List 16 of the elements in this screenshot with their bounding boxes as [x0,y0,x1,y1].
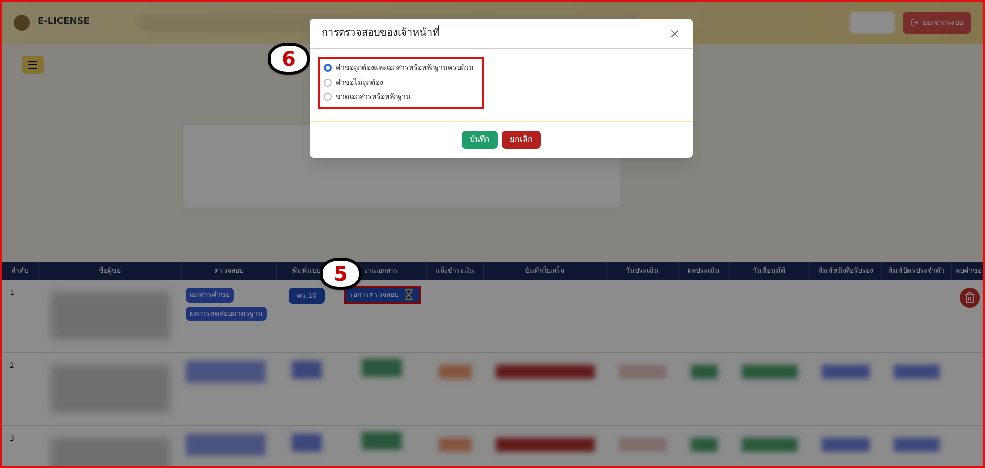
radio-button[interactable] [324,64,332,72]
logo-icon [14,15,30,31]
dialog-button[interactable]: บันทึก [462,130,498,148]
close-button[interactable] [669,28,681,40]
dialog-button[interactable]: ยกเลิก [502,130,541,148]
radio-button[interactable] [324,93,332,102]
callout-badge: 6 [268,43,310,75]
callout-badge: 5 [320,258,362,290]
hourglass-icon [402,289,414,301]
menu-button[interactable] [22,56,44,74]
logout-icon [911,19,919,27]
delete-icon[interactable] [960,288,980,308]
radio-button[interactable] [324,78,332,87]
dialog-title: การตรวจสอบของเจ้าหน้าที่ [322,26,440,41]
brand-name: E-LICENSE [38,16,90,30]
menu-icon [27,59,39,71]
